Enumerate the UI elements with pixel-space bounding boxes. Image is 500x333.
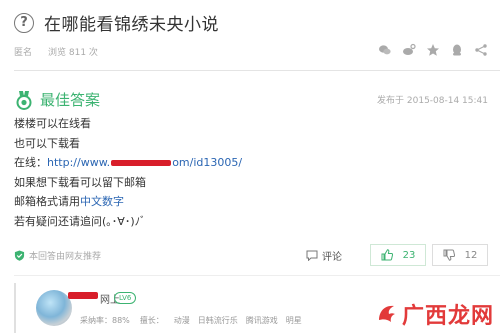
best-answer-title: 最佳答案: [40, 91, 101, 109]
answerer-stats: 采纳率：88% 擅长： 动漫 日韩流行乐 腾讯游戏 明星: [80, 315, 302, 326]
thumbs-up-icon: [381, 249, 393, 261]
author-label[interactable]: 匿名: [14, 45, 32, 58]
watermark: 广西龙网: [375, 298, 494, 330]
recommend-note: 本回答由网友推荐: [14, 249, 306, 262]
upvote-button[interactable]: 23: [370, 244, 426, 266]
answer-line: 若有疑问还请追问(｡･∀･)ﾉﾞ: [14, 214, 146, 228]
answer-footer: 本回答由网友推荐 评论 23 12: [14, 244, 488, 266]
share-bar: [378, 42, 488, 56]
qzone-icon[interactable]: [426, 42, 440, 56]
shield-check-icon: [14, 249, 25, 261]
view-count: 浏览 811 次: [48, 48, 98, 58]
specialty-label: 擅长：: [139, 316, 164, 325]
novel-link[interactable]: http://www. om/id13005/: [47, 156, 242, 169]
answer-line: 也可以下载看: [14, 136, 80, 150]
comment-button[interactable]: 评论: [306, 248, 342, 263]
chinese-number-link[interactable]: 中文数字: [80, 195, 124, 208]
comment-label: 评论: [322, 251, 342, 263]
redaction-mark: [111, 160, 172, 166]
specialty-tag[interactable]: 动漫: [174, 315, 190, 326]
thumbs-down-icon: [443, 249, 455, 261]
answer-email-line: 邮箱格式请用中文数字: [14, 192, 242, 212]
upvote-count: 23: [402, 249, 416, 261]
specialty-tag[interactable]: 明星: [286, 315, 302, 326]
adopt-rate: 采纳率：88%: [80, 316, 130, 325]
redaction-mark: [68, 292, 98, 299]
weibo-icon[interactable]: [402, 42, 416, 56]
recommend-text: 本回答由网友推荐: [29, 251, 102, 262]
answer-body: 楼楼可以在线看 也可以下载看 在线：http://www. om/id13005/…: [14, 114, 242, 231]
answer-link-line: 在线：http://www. om/id13005/: [14, 153, 242, 173]
qq-icon[interactable]: [450, 42, 464, 56]
best-answer-header: 最佳答案: [14, 89, 100, 110]
downvote-count: 12: [464, 249, 478, 261]
question-meta: 匿名 浏览 811 次: [14, 45, 98, 58]
specialty-tags: 动漫 日韩流行乐 腾讯游戏 明星: [174, 315, 302, 326]
specialty-tag[interactable]: 腾讯游戏: [246, 315, 278, 326]
level-badge: LV6: [114, 292, 137, 304]
downvote-button[interactable]: 12: [432, 244, 488, 266]
wechat-icon[interactable]: [378, 42, 392, 56]
specialty-tag[interactable]: 日韩流行乐: [198, 315, 238, 326]
section-divider: [14, 275, 500, 276]
avatar[interactable]: [36, 290, 72, 326]
comment-icon: [306, 250, 318, 261]
watermark-text: 广西龙网: [401, 304, 494, 329]
question-circle-icon: ?: [14, 12, 34, 33]
answer-date: 发布于 2015-08-14 15:41: [377, 96, 488, 106]
answer-line: 如果想下载看可以留下邮箱: [14, 175, 146, 189]
section-divider: [14, 70, 500, 71]
answer-email-prefix: 邮箱格式请用: [14, 195, 80, 208]
answer-link-prefix: 在线：: [14, 156, 47, 169]
medal-icon: [16, 90, 32, 110]
answer-line: 楼楼可以在线看: [14, 117, 91, 130]
more-share-icon[interactable]: [474, 42, 488, 56]
question-title: 在哪能看锦绣未央小说: [44, 15, 219, 35]
question-header: ? 在哪能看锦绣未央小说: [14, 10, 219, 35]
dragon-logo-icon: [378, 305, 395, 322]
